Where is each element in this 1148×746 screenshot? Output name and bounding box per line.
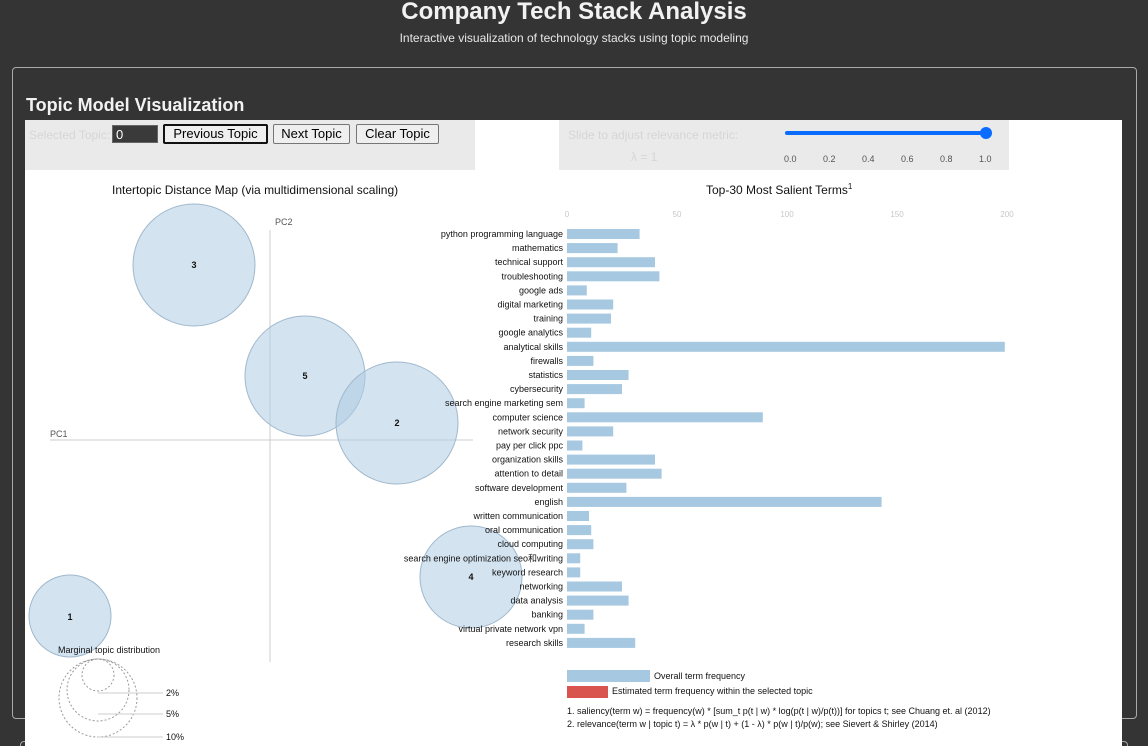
term-label[interactable]: english — [534, 497, 563, 507]
term-label[interactable]: firewalls — [530, 356, 563, 366]
salient-terms-chart: Overall term frequency Estimated term fr… — [404, 210, 1014, 729]
term-label[interactable]: research skills — [506, 638, 564, 648]
card-title: Topic Model Visualization — [26, 95, 245, 115]
legend-overall-swatch — [567, 670, 650, 682]
term-bar[interactable] — [567, 454, 655, 465]
term-bar[interactable] — [567, 496, 882, 507]
term-bar[interactable] — [567, 581, 622, 592]
term-bar[interactable] — [567, 609, 594, 620]
x-tick-label: 150 — [890, 210, 904, 219]
x-tick-label: 100 — [780, 210, 794, 219]
term-label[interactable]: organization skills — [492, 455, 564, 465]
term-bar[interactable] — [567, 595, 629, 606]
term-bar[interactable] — [567, 525, 592, 536]
term-label[interactable]: written communication — [472, 511, 563, 521]
term-label[interactable]: search engine marketing sem — [445, 398, 563, 408]
term-label[interactable]: software development — [475, 483, 564, 493]
term-bar[interactable] — [567, 299, 614, 310]
footnote-relevance: 2. relevance(term w | topic t) = λ * p(w… — [567, 719, 938, 729]
term-bar[interactable] — [567, 623, 585, 634]
term-label[interactable]: search engine optimization seo和writing — [404, 553, 563, 563]
term-bar[interactable] — [567, 257, 655, 268]
term-bar[interactable] — [567, 327, 592, 338]
term-bar[interactable] — [567, 384, 622, 395]
term-bar[interactable] — [567, 412, 763, 423]
term-label[interactable]: troubleshooting — [501, 271, 563, 281]
legend-estimated-label: Estimated term frequency within the sele… — [612, 686, 813, 696]
term-label[interactable]: google analytics — [498, 328, 563, 338]
term-bar[interactable] — [567, 271, 660, 282]
term-label[interactable]: oral communication — [485, 525, 563, 535]
term-bar[interactable] — [567, 313, 611, 324]
term-bar[interactable] — [567, 370, 629, 380]
term-bar[interactable] — [567, 426, 614, 437]
term-label[interactable]: keyword research — [492, 567, 563, 577]
term-label[interactable]: cybersecurity — [510, 384, 564, 394]
term-label[interactable]: virtual private network vpn — [458, 624, 563, 634]
term-label[interactable]: statistics — [528, 370, 563, 380]
term-label[interactable]: analytical skills — [503, 342, 563, 352]
term-bar[interactable] — [567, 243, 618, 254]
term-label[interactable]: computer science — [492, 412, 563, 422]
term-bar[interactable] — [567, 398, 585, 409]
term-bar[interactable] — [567, 539, 594, 550]
x-tick-label: 200 — [1000, 210, 1014, 219]
term-bar[interactable] — [567, 567, 581, 578]
term-label[interactable]: attention to detail — [494, 469, 563, 479]
term-label[interactable]: pay per click ppc — [496, 441, 564, 451]
term-bar[interactable] — [567, 341, 1005, 352]
footnote-saliency: 1. saliency(term w) = frequency(w) * [su… — [567, 706, 991, 716]
legend-estimated-swatch — [567, 686, 608, 698]
term-label[interactable]: networking — [519, 582, 563, 592]
x-tick-label: 50 — [673, 210, 682, 219]
term-label[interactable]: data analysis — [510, 596, 563, 606]
term-label[interactable]: banking — [531, 610, 563, 620]
page-title: Company Tech Stack Analysis — [401, 0, 747, 25]
page-subtitle: Interactive visualization of technology … — [399, 31, 749, 45]
term-bar[interactable] — [567, 511, 589, 521]
legend-overall-label: Overall term frequency — [654, 671, 746, 681]
ldavis-panel: Selected Topic: Previous Topic Next Topi… — [25, 120, 1122, 746]
term-label[interactable]: digital marketing — [497, 300, 563, 310]
term-label[interactable]: google ads — [519, 285, 564, 295]
term-label[interactable]: technical support — [495, 257, 564, 267]
term-label[interactable]: training — [533, 314, 563, 324]
term-bar[interactable] — [567, 229, 640, 239]
term-label[interactable]: python programming language — [441, 229, 563, 239]
term-bar[interactable] — [567, 285, 587, 296]
term-label[interactable]: network security — [498, 426, 564, 436]
term-bar[interactable] — [567, 440, 583, 451]
term-bar[interactable] — [567, 637, 636, 648]
term-label[interactable]: cloud computing — [497, 539, 563, 549]
term-label[interactable]: mathematics — [512, 243, 564, 253]
x-tick-label: 0 — [565, 210, 570, 219]
term-bar[interactable] — [567, 553, 581, 564]
term-bar[interactable] — [567, 468, 662, 479]
term-bar[interactable] — [567, 355, 594, 366]
term-bar[interactable] — [567, 482, 627, 493]
